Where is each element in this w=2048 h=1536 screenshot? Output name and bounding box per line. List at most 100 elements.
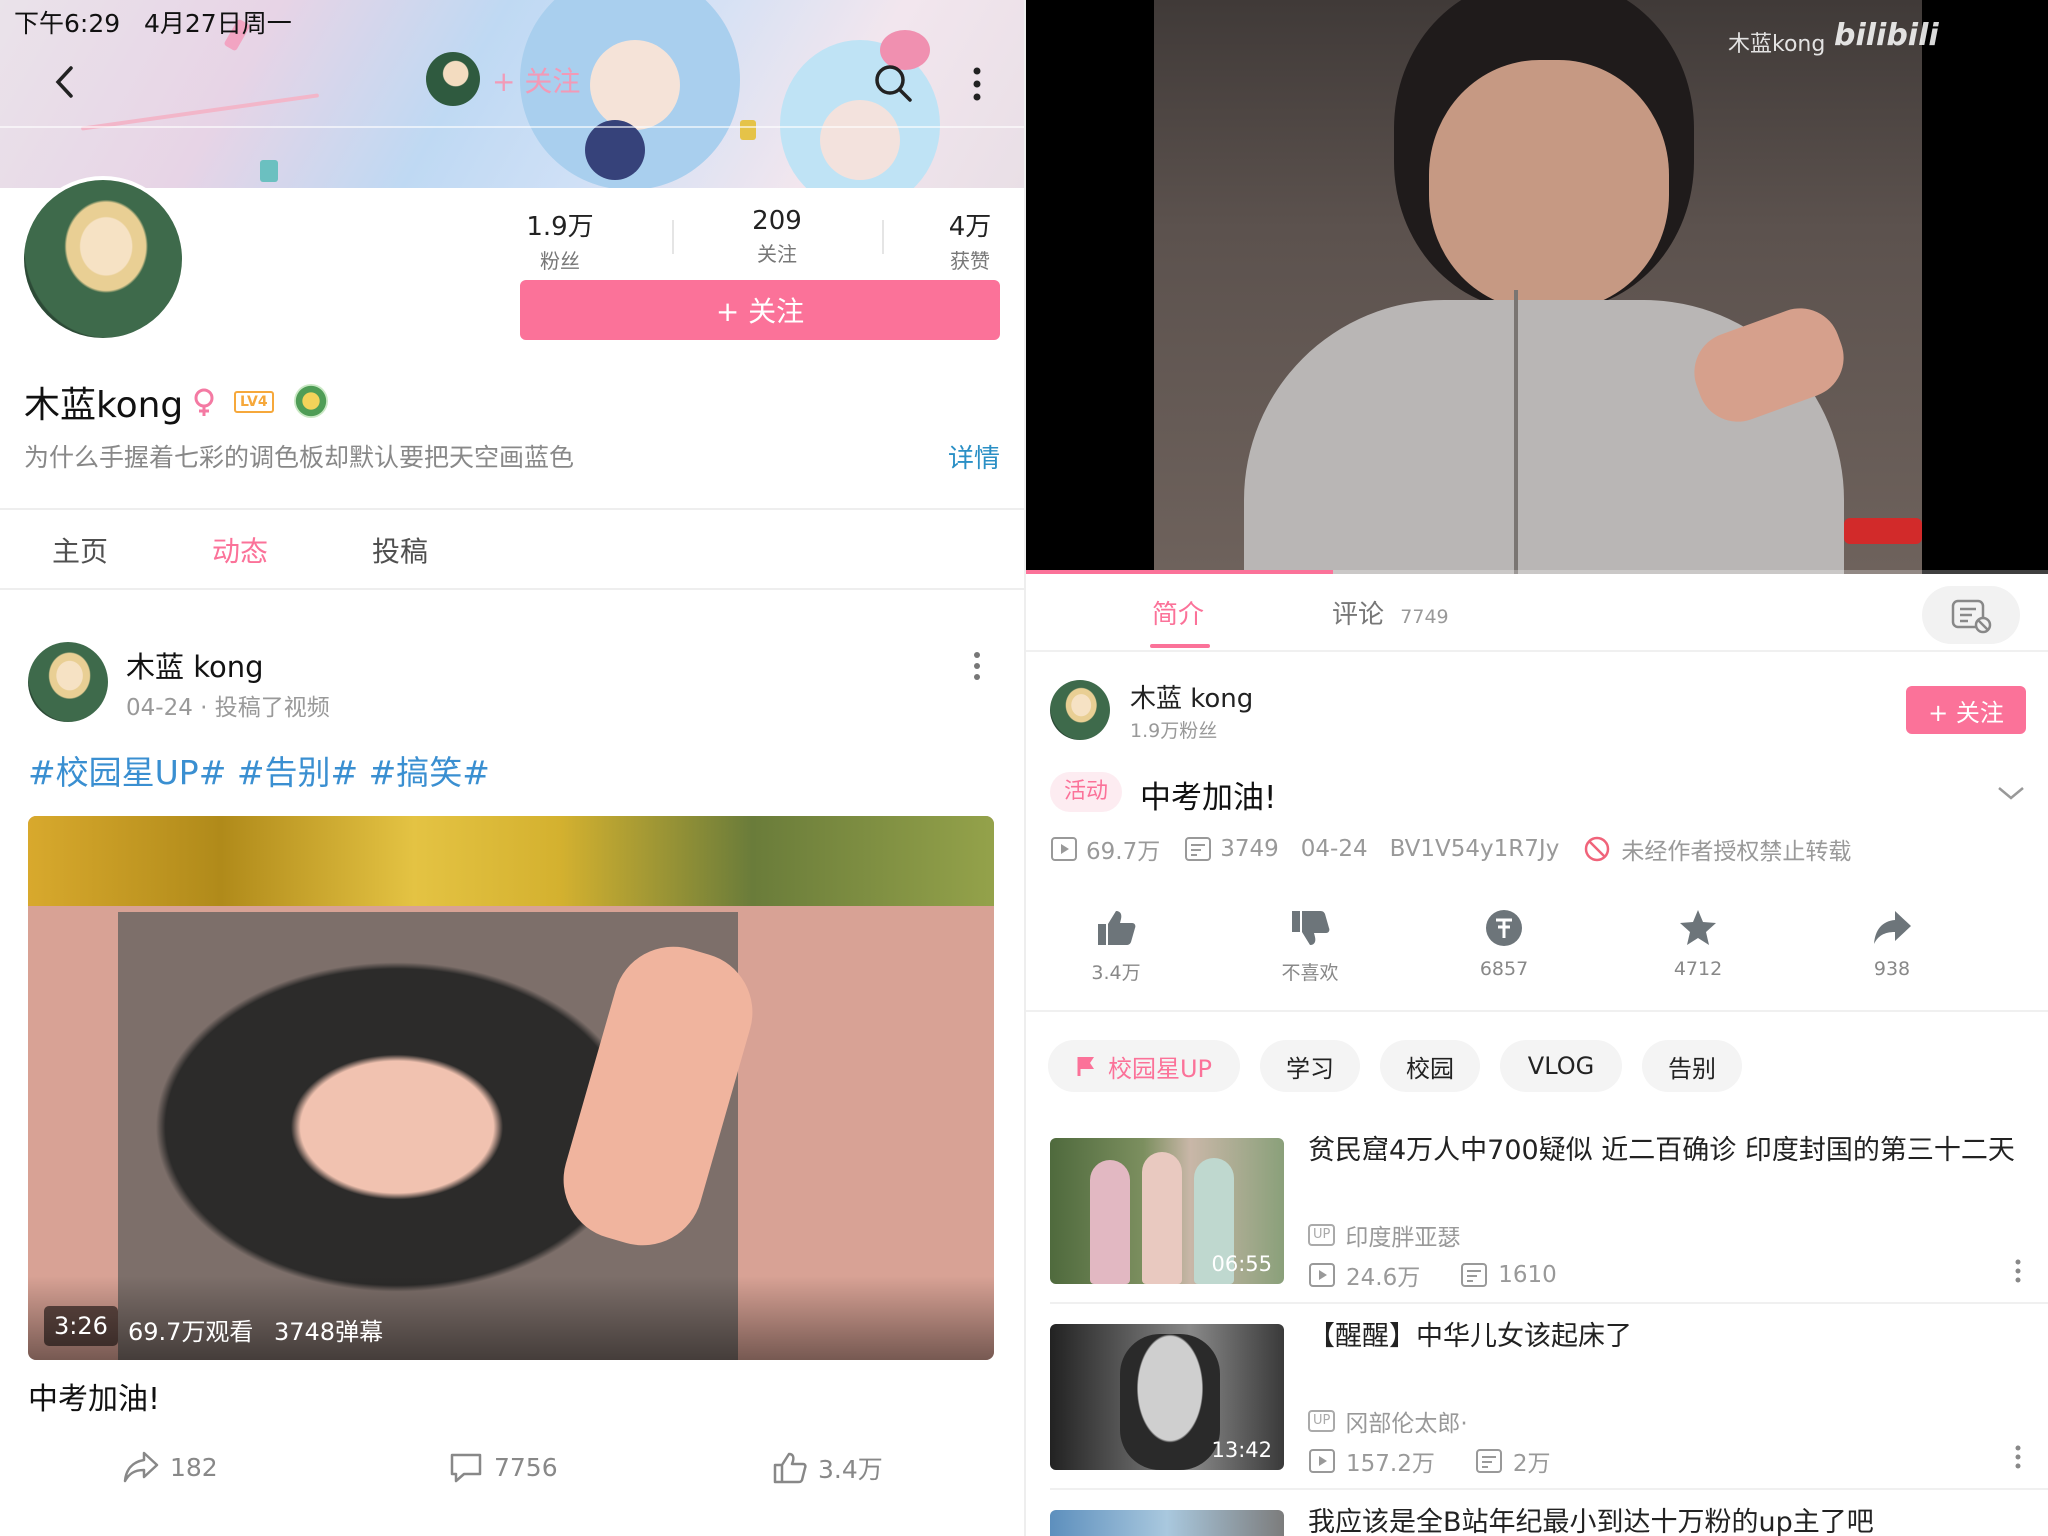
thumbs-up-icon — [773, 1452, 807, 1484]
coin-icon — [1486, 910, 1522, 946]
share-count: 182 — [170, 1452, 218, 1482]
details-link[interactable]: 详情 — [948, 438, 1000, 475]
rec-title[interactable]: 【醒醒】中华儿女该起床了 — [1308, 1320, 2028, 1354]
tab-indicator — [1150, 644, 1210, 648]
medal-icon — [294, 384, 328, 418]
tab-home[interactable]: 主页 — [52, 530, 108, 570]
rec-more-button[interactable] — [2008, 1442, 2028, 1472]
divider — [1026, 650, 2048, 652]
tab-submissions[interactable]: 投稿 — [372, 530, 428, 570]
danmaku-count-icon — [1461, 1263, 1488, 1287]
rec-thumbnail[interactable]: 13:42 — [1050, 1324, 1284, 1470]
rec-up-name: 冈部伦太郎· — [1345, 1411, 1468, 1437]
dislike-label: 不喜欢 — [1281, 962, 1339, 984]
thumbs-down-icon — [1292, 911, 1330, 945]
follow-button[interactable]: + 关注 — [520, 280, 1000, 340]
uploader-name[interactable]: 木蓝 kong — [1130, 678, 1253, 715]
like-action[interactable]: 3.4万 — [772, 1450, 883, 1486]
stat-likes-value: 4万 — [948, 212, 992, 242]
rec-duration: 06:55 — [1211, 1252, 1272, 1276]
coin-button[interactable]: 6857 — [1454, 908, 1554, 980]
danmaku-count: 3749 — [1220, 836, 1279, 862]
flag-icon — [1077, 1057, 1094, 1076]
play-count-icon — [1309, 1449, 1335, 1473]
activity-badge[interactable]: 活动 — [1050, 772, 1123, 812]
uploader-fans: 1.9万粉丝 — [1130, 720, 1218, 742]
rec-stats: 157.2万 2万 — [1308, 1444, 1551, 1478]
more-vertical-icon — [2015, 1259, 2021, 1283]
stat-following-value: 209 — [752, 206, 802, 236]
post-meta: 04-24 · 投稿了视频 — [126, 695, 330, 721]
tag-study[interactable]: 学习 — [1260, 1040, 1360, 1092]
rec-views: 24.6万 — [1346, 1265, 1421, 1291]
share-icon — [123, 1451, 159, 1483]
post-hashtags[interactable]: #校园星UP# #告别# #搞笑# — [28, 746, 490, 794]
rec-uploader[interactable]: UP 印度胖亚瑟 — [1308, 1218, 1460, 1252]
female-icon — [194, 388, 214, 416]
video-danmaku: 3748弹幕 — [274, 1318, 384, 1346]
rec-title[interactable]: 我应该是全B站年纪最小到达十万粉的up主了吧 — [1308, 1506, 2028, 1536]
coin-label: 6857 — [1479, 958, 1529, 980]
tab-comments-count: 7749 — [1400, 606, 1449, 628]
divider — [1050, 1488, 2048, 1490]
danmaku-toggle-button[interactable] — [1922, 586, 2020, 644]
header-avatar — [426, 52, 480, 106]
post-more-button[interactable] — [964, 646, 990, 686]
more-options-button[interactable] — [962, 62, 992, 106]
view-count: 69.7万 — [1086, 839, 1161, 865]
uploader-avatar[interactable] — [1050, 680, 1110, 740]
divider — [1026, 1010, 2048, 1012]
tab-intro[interactable]: 简介 — [1152, 594, 1204, 631]
post-author-avatar[interactable] — [28, 642, 108, 722]
like-button[interactable]: 3.4万 — [1066, 908, 1166, 985]
like-label: 3.4万 — [1091, 962, 1141, 984]
rec-up-name: 印度胖亚瑟 — [1345, 1225, 1461, 1251]
post-title[interactable]: 中考加油! — [28, 1374, 160, 1418]
stat-likes-label: 获赞 — [950, 249, 990, 273]
post-author-name[interactable]: 木蓝 kong — [126, 644, 264, 686]
rec-more-button[interactable] — [2008, 1256, 2028, 1286]
share-action[interactable]: 182 — [122, 1450, 218, 1484]
forbidden-icon — [1585, 836, 1610, 862]
video-views: 69.7万观看 — [128, 1318, 254, 1346]
video-player[interactable]: 木蓝kong bilibili — [1026, 0, 2048, 574]
stat-fans[interactable]: 1.9万 粉丝 — [490, 206, 630, 274]
comment-action[interactable]: 7756 — [448, 1450, 558, 1484]
back-button[interactable] — [44, 60, 84, 104]
stat-fans-label: 粉丝 — [540, 249, 580, 273]
header-follow-button[interactable]: + 关注 — [492, 60, 580, 100]
rec-stats: 24.6万 1610 — [1308, 1258, 1557, 1292]
rec-thumbnail[interactable]: 06:55 — [1050, 1138, 1284, 1284]
up-icon: UP — [1308, 1410, 1336, 1432]
stat-divider — [672, 220, 674, 254]
share-label: 938 — [1873, 958, 1911, 980]
uploader-follow-button[interactable]: + 关注 — [1906, 686, 2026, 734]
repost-notice: 未经作者授权禁止转载 — [1621, 839, 1852, 865]
post-video-thumbnail[interactable]: 3:26 69.7万观看 3748弹幕 — [28, 816, 994, 1360]
status-date: 4月27日周一 — [143, 9, 292, 38]
search-button[interactable] — [870, 60, 916, 106]
dislike-button[interactable]: 不喜欢 — [1260, 908, 1360, 985]
expand-button[interactable] — [1994, 778, 2028, 808]
rec-title[interactable]: 贫民窟4万人中700疑似 近二百确诊 印度封国的第三十二天 — [1308, 1134, 2028, 1168]
video-detail-pane: 木蓝kong bilibili 简介 评论 7749 木蓝 kong 1.9万粉… — [1024, 0, 2048, 1536]
rec-uploader[interactable]: UP 冈部伦太郎· — [1308, 1404, 1468, 1438]
more-vertical-icon — [974, 652, 980, 680]
tab-dynamic[interactable]: 动态 — [212, 530, 268, 570]
chevron-down-icon — [1998, 787, 2024, 800]
tag-campus-star[interactable]: 校园星UP — [1048, 1040, 1240, 1092]
tag-vlog[interactable]: VLOG — [1500, 1040, 1622, 1092]
more-vertical-icon — [2015, 1445, 2021, 1469]
danmaku-count-icon — [1475, 1449, 1502, 1473]
tab-comments[interactable]: 评论 7749 — [1332, 594, 1449, 631]
video-frame — [1154, 0, 1922, 574]
danmaku-off-icon — [1951, 599, 1992, 634]
rec-thumbnail[interactable] — [1050, 1510, 1284, 1536]
stat-following[interactable]: 209 关注 — [707, 206, 847, 267]
favorite-button[interactable]: 4712 — [1648, 908, 1748, 980]
share-button[interactable]: 938 — [1842, 908, 1942, 980]
profile-avatar[interactable] — [20, 176, 186, 342]
like-count: 3.4万 — [818, 1455, 883, 1484]
tag-farewell[interactable]: 告别 — [1642, 1040, 1742, 1092]
tag-campus[interactable]: 校园 — [1380, 1040, 1480, 1092]
